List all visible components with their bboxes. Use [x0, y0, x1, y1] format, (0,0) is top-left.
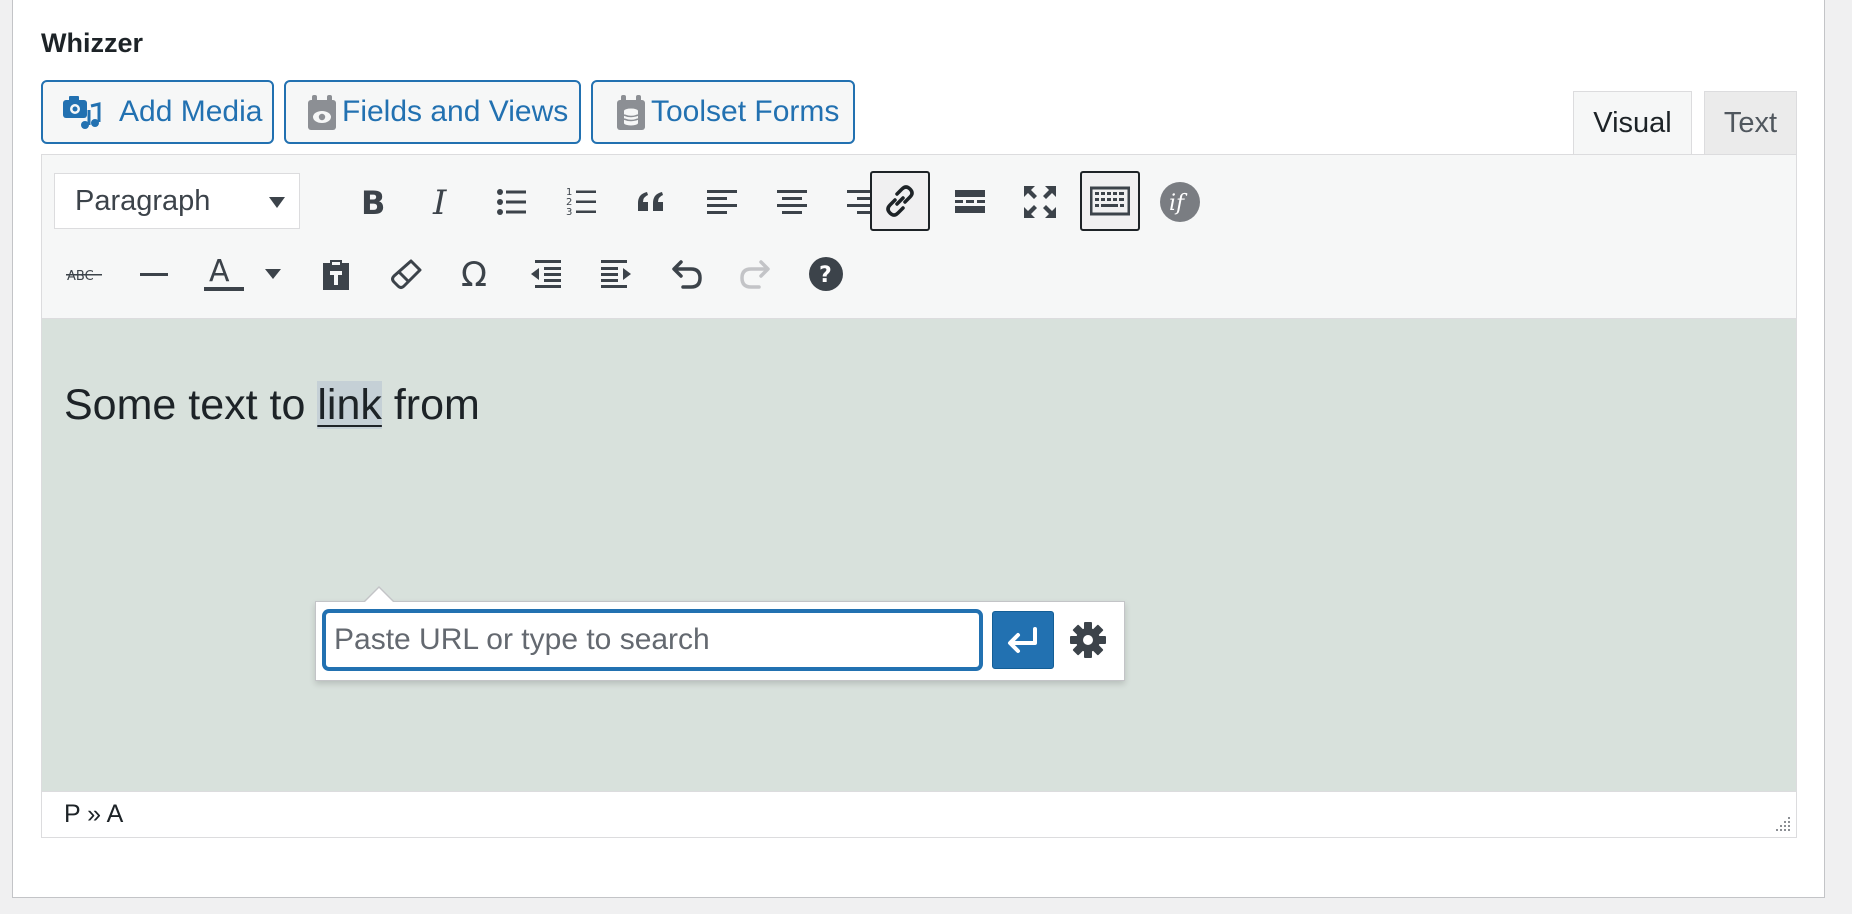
add-media-icon	[61, 92, 103, 132]
bulleted-list-icon	[497, 189, 526, 215]
undo-button[interactable]	[656, 244, 716, 304]
chevron-down-icon	[265, 269, 281, 279]
link-options-button[interactable]	[1062, 614, 1114, 666]
editor-statusbar: P » A	[42, 791, 1796, 837]
selected-link-text[interactable]: link	[317, 381, 382, 429]
editor-content[interactable]: Some text to link from	[42, 319, 1796, 791]
text-after: from	[381, 381, 480, 429]
read-more-button[interactable]	[940, 172, 1000, 232]
insert-link-button[interactable]	[870, 171, 930, 231]
text-color-dropdown[interactable]	[256, 244, 290, 304]
toolset-forms-button[interactable]: Toolset Forms	[591, 80, 855, 144]
italic-icon: I	[432, 185, 447, 219]
read-more-icon	[955, 190, 985, 213]
conditional-if-icon: if	[1160, 182, 1200, 222]
outdent-icon	[531, 260, 561, 288]
inline-link-toolbar	[315, 586, 1125, 681]
toolset-forms-label: Toolset Forms	[651, 95, 840, 128]
format-select[interactable]: Paragraph	[54, 173, 300, 229]
horizontal-line-icon	[140, 273, 168, 276]
svg-text:?: ?	[819, 263, 832, 288]
svg-text:B: B	[361, 185, 385, 219]
field-label: Whizzer	[41, 28, 144, 58]
strikethrough-button[interactable]: ABC	[54, 244, 114, 304]
numbered-list-button[interactable]: 1 2 3	[552, 172, 612, 232]
bold-icon: B	[361, 185, 385, 219]
align-center-icon	[777, 190, 807, 214]
indent-icon	[601, 260, 631, 288]
align-center-button[interactable]	[762, 172, 822, 232]
svg-text:I: I	[432, 185, 447, 219]
omega-icon: Ω	[461, 256, 487, 292]
format-select-value: Paragraph	[75, 184, 211, 217]
align-left-button[interactable]	[692, 172, 752, 232]
blockquote-icon	[638, 192, 663, 211]
keyboard-icon	[1090, 186, 1130, 216]
toolbar-toggle-button[interactable]	[1080, 171, 1140, 231]
italic-button[interactable]: I	[412, 172, 472, 232]
add-media-label: Add Media	[119, 95, 263, 128]
undo-icon	[672, 260, 702, 289]
redo-button[interactable]	[726, 244, 786, 304]
help-icon: ?	[809, 257, 843, 291]
special-character-button[interactable]: Ω	[446, 244, 506, 304]
apply-link-button[interactable]	[992, 611, 1054, 669]
url-input[interactable]	[323, 610, 982, 670]
tab-text[interactable]: Text	[1704, 91, 1797, 155]
align-left-icon	[707, 190, 737, 214]
svg-text:Ω: Ω	[461, 256, 487, 292]
text-before: Some text to	[64, 381, 318, 429]
fullscreen-button[interactable]	[1010, 172, 1070, 232]
editor-toolbar: Paragraph B I 1 2 3 if ABC A Ω ?	[42, 155, 1796, 319]
element-path[interactable]: P » A	[64, 800, 123, 829]
bold-button[interactable]: B	[342, 172, 402, 232]
keyboard-shortcuts-button[interactable]: ?	[796, 244, 856, 304]
numbered-list-icon: 1 2 3	[566, 187, 596, 218]
redo-icon	[740, 260, 770, 289]
blockquote-button[interactable]	[622, 172, 682, 232]
svg-text:3: 3	[566, 207, 572, 218]
toolset-forms-icon	[615, 92, 647, 132]
outdent-button[interactable]	[516, 244, 576, 304]
fields-views-icon	[306, 92, 338, 132]
indent-button[interactable]	[586, 244, 646, 304]
horizontal-line-button[interactable]	[124, 244, 184, 304]
clear-formatting-button[interactable]	[376, 244, 436, 304]
fullscreen-icon	[1024, 186, 1056, 218]
gear-icon	[1070, 622, 1106, 658]
eraser-icon	[391, 259, 422, 289]
bulleted-list-button[interactable]	[482, 172, 542, 232]
strikethrough-icon: ABC	[66, 269, 102, 284]
svg-text:ABC: ABC	[67, 269, 94, 284]
paste-as-text-button[interactable]	[306, 244, 366, 304]
link-icon	[886, 185, 914, 217]
paragraph[interactable]: Some text to link from	[64, 381, 480, 430]
editor: Paragraph B I 1 2 3 if ABC A Ω ? Some te…	[41, 154, 1797, 838]
clipboard-icon	[323, 260, 349, 290]
add-media-button[interactable]: Add Media	[41, 80, 274, 144]
chevron-down-icon	[269, 197, 285, 208]
conditional-output-button[interactable]: if	[1150, 172, 1210, 232]
tab-visual[interactable]: Visual	[1573, 91, 1692, 156]
fields-and-views-label: Fields and Views	[342, 95, 569, 128]
resize-handle-icon[interactable]	[1772, 813, 1792, 833]
enter-icon	[1008, 627, 1037, 653]
svg-text:A: A	[209, 254, 230, 289]
fields-and-views-button[interactable]: Fields and Views	[284, 80, 581, 144]
text-color-button[interactable]: A	[194, 244, 254, 304]
text-color-icon: A	[204, 254, 244, 291]
